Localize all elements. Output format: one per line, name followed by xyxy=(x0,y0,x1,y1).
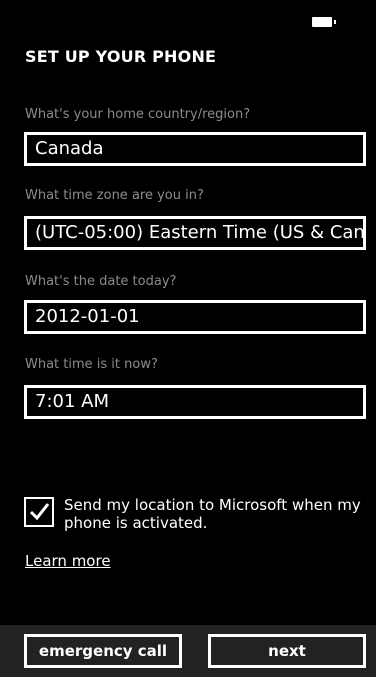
time-zone-label: What time zone are you in? xyxy=(25,188,204,203)
next-button[interactable]: next xyxy=(208,634,366,668)
time-picker[interactable]: 7:01 AM xyxy=(24,385,366,419)
location-consent-row[interactable]: Send my location to Microsoft when my ph… xyxy=(24,495,366,539)
battery-icon xyxy=(312,17,336,27)
location-consent-label: Send my location to Microsoft when my ph… xyxy=(64,496,361,532)
emergency-call-button[interactable]: emergency call xyxy=(24,634,182,668)
app-bar: emergency call next xyxy=(0,625,376,677)
status-bar xyxy=(0,0,376,36)
country-select[interactable]: Canada xyxy=(24,132,366,166)
country-label: What's your home country/region? xyxy=(25,107,251,122)
checkmark-icon xyxy=(29,503,50,521)
page-title: SET UP YOUR PHONE xyxy=(25,47,217,66)
date-label: What's the date today? xyxy=(25,274,177,289)
date-picker[interactable]: 2012-01-01 xyxy=(24,300,366,334)
learn-more-link[interactable]: Learn more xyxy=(25,552,111,570)
time-zone-select[interactable]: (UTC-05:00) Eastern Time (US & Canada) xyxy=(24,216,366,250)
location-consent-checkbox[interactable] xyxy=(24,497,54,527)
time-label: What time is it now? xyxy=(25,357,158,372)
